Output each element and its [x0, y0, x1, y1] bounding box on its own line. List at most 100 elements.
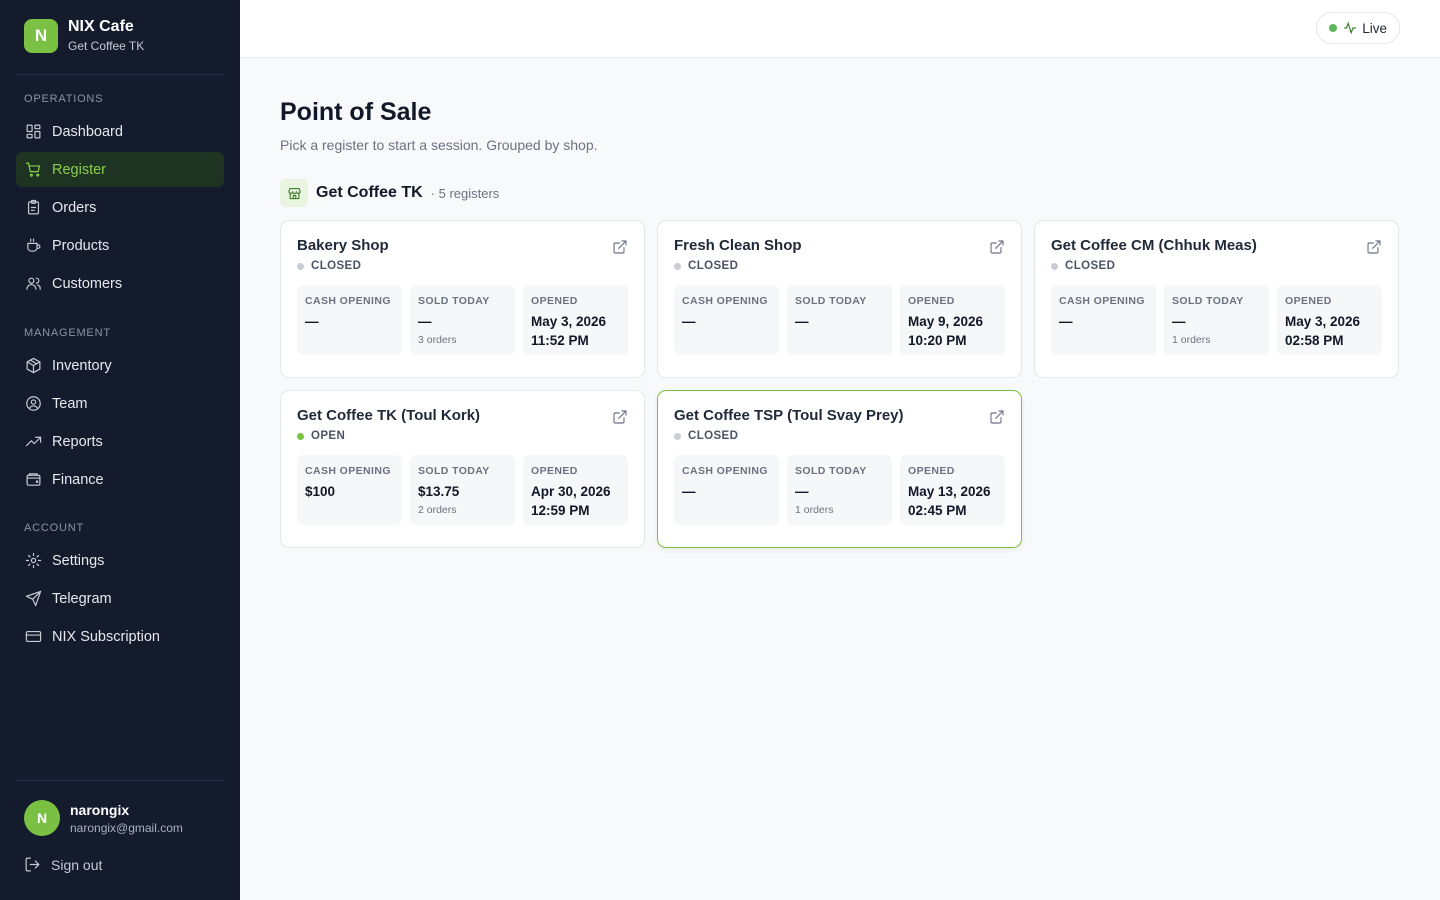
stat-label: CASH OPENING [682, 465, 768, 477]
brand-text: NIX Cafe Get Coffee TK [68, 18, 144, 53]
sidebar-item-label: Finance [52, 471, 104, 488]
sidebar-item-label: Telegram [52, 590, 112, 607]
stat-value: — [682, 484, 696, 499]
user-circle-icon [24, 395, 42, 413]
stat-sold-today: SOLD TODAY $13.75 2 orders [410, 455, 515, 525]
stat-value: May 3, 2026 11:52 PM [531, 314, 607, 348]
user-info: narongix narongix@gmail.com [70, 802, 183, 835]
nav-heading-management: Management [24, 327, 111, 339]
avatar: N [24, 800, 60, 836]
sidebar-item-label: Settings [52, 552, 105, 569]
sidebar-item-label: Products [52, 237, 110, 254]
live-status-button[interactable]: Live [1316, 12, 1400, 44]
register-stats: CASH OPENING — SOLD TODAY — 1 orders OPE… [674, 455, 1005, 525]
register-grid: Bakery Shop CLOSED CASH OPENING — SOLD T… [280, 220, 1400, 548]
sidebar-item-register[interactable]: Register [16, 152, 224, 187]
package-icon [24, 357, 42, 375]
stat-orders: 1 orders [1172, 334, 1211, 346]
sidebar-item-customers[interactable]: Customers [16, 266, 224, 301]
sidebar-item-label: Customers [52, 275, 123, 292]
sidebar-item-dashboard[interactable]: Dashboard [16, 114, 224, 149]
brand-logo: N [24, 18, 58, 53]
sidebar-item-settings[interactable]: Settings [16, 543, 224, 578]
stat-label: CASH OPENING [305, 295, 391, 307]
logout-icon [25, 857, 40, 872]
shop-group-name: Get Coffee TK [316, 184, 423, 201]
sidebar-item-finance[interactable]: Finance [16, 462, 224, 497]
stat-label: OPENED [908, 465, 955, 477]
status-badge: CLOSED [674, 430, 1005, 442]
register-stats: CASH OPENING $100 SOLD TODAY $13.75 2 or… [297, 455, 628, 525]
sidebar-item-reports[interactable]: Reports [16, 424, 224, 459]
external-link-icon[interactable] [612, 239, 628, 260]
external-link-icon[interactable] [612, 409, 628, 430]
stat-opened: OPENED May 3, 2026 02:58 PM [1277, 285, 1382, 355]
sidebar-item-label: Register [52, 161, 106, 178]
stat-label: OPENED [1285, 295, 1332, 307]
sidebar-item-nix-subscription[interactable]: NIX Subscription [16, 619, 224, 654]
stat-value: May 9, 2026 10:20 PM [908, 314, 984, 348]
user-email: narongix@gmail.com [70, 820, 183, 835]
sign-out-button[interactable]: Sign out [24, 856, 102, 873]
status-badge: OPEN [297, 430, 628, 442]
register-card[interactable]: Get Coffee TK (Toul Kork) OPEN CASH OPEN… [280, 390, 645, 548]
sidebar-item-label: NIX Subscription [52, 628, 160, 645]
sign-out-label: Sign out [51, 856, 103, 873]
sidebar-item-team[interactable]: Team [16, 386, 224, 421]
stat-value: — [795, 484, 809, 499]
sidebar-item-inventory[interactable]: Inventory [16, 348, 224, 383]
stat-sold-today: SOLD TODAY — 1 orders [787, 455, 892, 525]
external-link-icon[interactable] [1366, 239, 1382, 260]
status-label: CLOSED [688, 260, 739, 272]
register-card[interactable]: Fresh Clean Shop CLOSED CASH OPENING — S… [657, 220, 1022, 378]
register-stats: CASH OPENING — SOLD TODAY — 1 orders OPE… [1051, 285, 1382, 355]
brand-divider [16, 74, 224, 75]
store-icon [280, 179, 308, 207]
stat-orders: 2 orders [418, 504, 457, 516]
register-card[interactable]: Bakery Shop CLOSED CASH OPENING — SOLD T… [280, 220, 645, 378]
nav-heading-account: Account [24, 522, 84, 534]
register-card[interactable]: Get Coffee TSP (Toul Svay Prey) CLOSED C… [657, 390, 1022, 548]
sidebar-item-label: Team [52, 395, 88, 412]
stat-cash-opening: CASH OPENING $100 [297, 455, 402, 525]
stat-sold-today: SOLD TODAY — 1 orders [1164, 285, 1269, 355]
sidebar-item-orders[interactable]: Orders [16, 190, 224, 225]
cart-icon [24, 161, 42, 179]
stat-label: SOLD TODAY [1172, 295, 1244, 307]
register-name: Bakery Shop [297, 237, 389, 254]
register-name: Fresh Clean Shop [674, 237, 802, 254]
stat-cash-opening: CASH OPENING — [674, 285, 779, 355]
stat-sold-today: SOLD TODAY — [787, 285, 892, 355]
stat-label: CASH OPENING [305, 465, 391, 477]
stat-label: OPENED [531, 465, 578, 477]
sidebar-item-telegram[interactable]: Telegram [16, 581, 224, 616]
cup-icon [24, 237, 42, 255]
trending-up-icon [24, 433, 42, 451]
user-profile[interactable]: N narongix narongix@gmail.com [24, 800, 183, 836]
stat-orders: 3 orders [418, 334, 457, 346]
external-link-icon[interactable] [989, 409, 1005, 430]
nav-section-account: Account Settings Telegram NIX Subscripti… [16, 519, 224, 654]
status-dot [674, 262, 681, 270]
sidebar-item-products[interactable]: Products [16, 228, 224, 263]
external-link-icon[interactable] [989, 239, 1005, 260]
brand-name: NIX Cafe [68, 18, 134, 35]
live-dot [1329, 24, 1338, 32]
stat-value: — [1172, 314, 1186, 329]
stat-opened: OPENED Apr 30, 2026 12:59 PM [523, 455, 628, 525]
register-card[interactable]: Get Coffee CM (Chhuk Meas) CLOSED CASH O… [1034, 220, 1399, 378]
stat-value: $100 [305, 484, 336, 499]
user-divider [16, 780, 224, 781]
sidebar-item-label: Dashboard [52, 123, 123, 140]
wallet-icon [24, 471, 42, 489]
register-stats: CASH OPENING — SOLD TODAY — 3 orders OPE… [297, 285, 628, 355]
stat-opened: OPENED May 3, 2026 11:52 PM [523, 285, 628, 355]
register-stats: CASH OPENING — SOLD TODAY — OPENED May 9… [674, 285, 1005, 355]
main-content: Point of Sale Pick a register to start a… [280, 98, 1400, 548]
stat-orders: 1 orders [795, 504, 834, 516]
topbar: Live [240, 0, 1440, 58]
brand[interactable]: N NIX Cafe Get Coffee TK [24, 18, 144, 53]
stat-label: SOLD TODAY [418, 465, 490, 477]
stat-sold-today: SOLD TODAY — 3 orders [410, 285, 515, 355]
status-dot [674, 432, 681, 440]
